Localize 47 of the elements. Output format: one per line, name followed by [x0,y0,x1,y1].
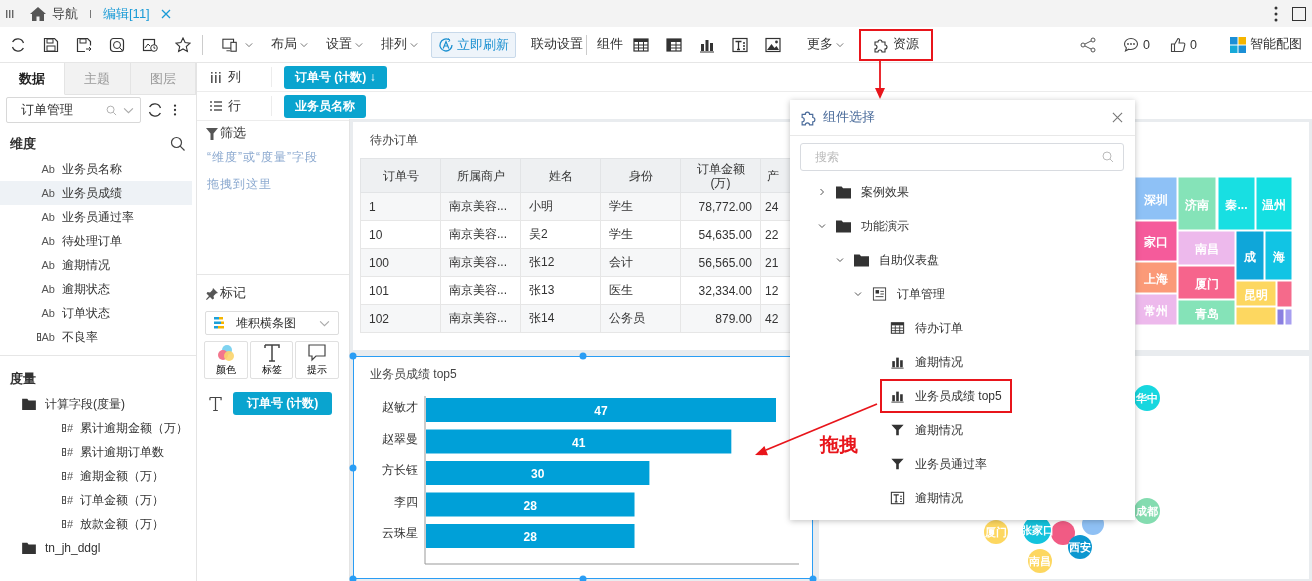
section-title: 标记 [220,285,246,302]
components-label: 组件 [597,36,623,53]
category-label: 赵翠曼 [382,431,418,446]
section-title: 度量 [10,370,36,388]
data-label: 30 [531,467,545,481]
table-cell: 张12 [520,248,601,277]
table-cell: 32,334.00 [680,276,761,305]
table-cell: 南京美容... [440,248,521,277]
table-cell: 879.00 [680,304,761,333]
table-cell: 张13 [520,276,601,305]
table-cell: 吴2 [520,220,601,249]
table-cell: 学生 [600,220,681,249]
table-cell: 南京美容... [440,192,521,221]
shelf-label: 列 [228,68,241,86]
table-cell: 南京美容... [440,304,521,333]
table-cell: 56,565.00 [680,248,761,277]
table-cell: 南京美容... [440,220,521,249]
table-cell: 学生 [600,192,681,221]
data-label: 28 [523,498,537,513]
category-label: 李四 [394,494,418,509]
section-title: 筛选 [220,125,246,142]
table-cell: 张14 [520,304,601,333]
table-cell: 100 [360,248,441,277]
table-cell: 102 [360,304,441,333]
table-cell: 公务员 [600,304,681,333]
table-cell: 南京美容... [440,276,521,305]
table-cell: 10 [360,220,441,249]
data-label: 41 [572,435,586,450]
table-cell: 医生 [600,276,681,305]
table-cell: 54,635.00 [680,220,761,249]
widget-title: 待办订单 [369,132,419,149]
widget-title: 业务员成绩 top5 [369,366,458,383]
table-cell: 会计 [600,248,681,277]
category-label: 赵敏才 [382,400,418,414]
data-label: 28 [523,530,537,544]
section-title: 维度 [10,135,36,153]
shelf-label: 行 [228,97,241,115]
data-label: 47 [594,404,608,418]
drop-hint: “维度”或“度量”字段拖拽到这里 [206,149,319,193]
table-cell: 78,772.00 [680,192,761,221]
table-cell: 101 [360,276,441,305]
category-label: 方长钰 [382,463,418,477]
panel-title: 组件选择 [823,109,876,126]
category-label: 云珠星 [382,526,418,540]
table-cell: 1 [360,192,441,221]
annotation-label: 拖拽 [820,433,858,457]
table-cell: 小明 [520,192,601,221]
